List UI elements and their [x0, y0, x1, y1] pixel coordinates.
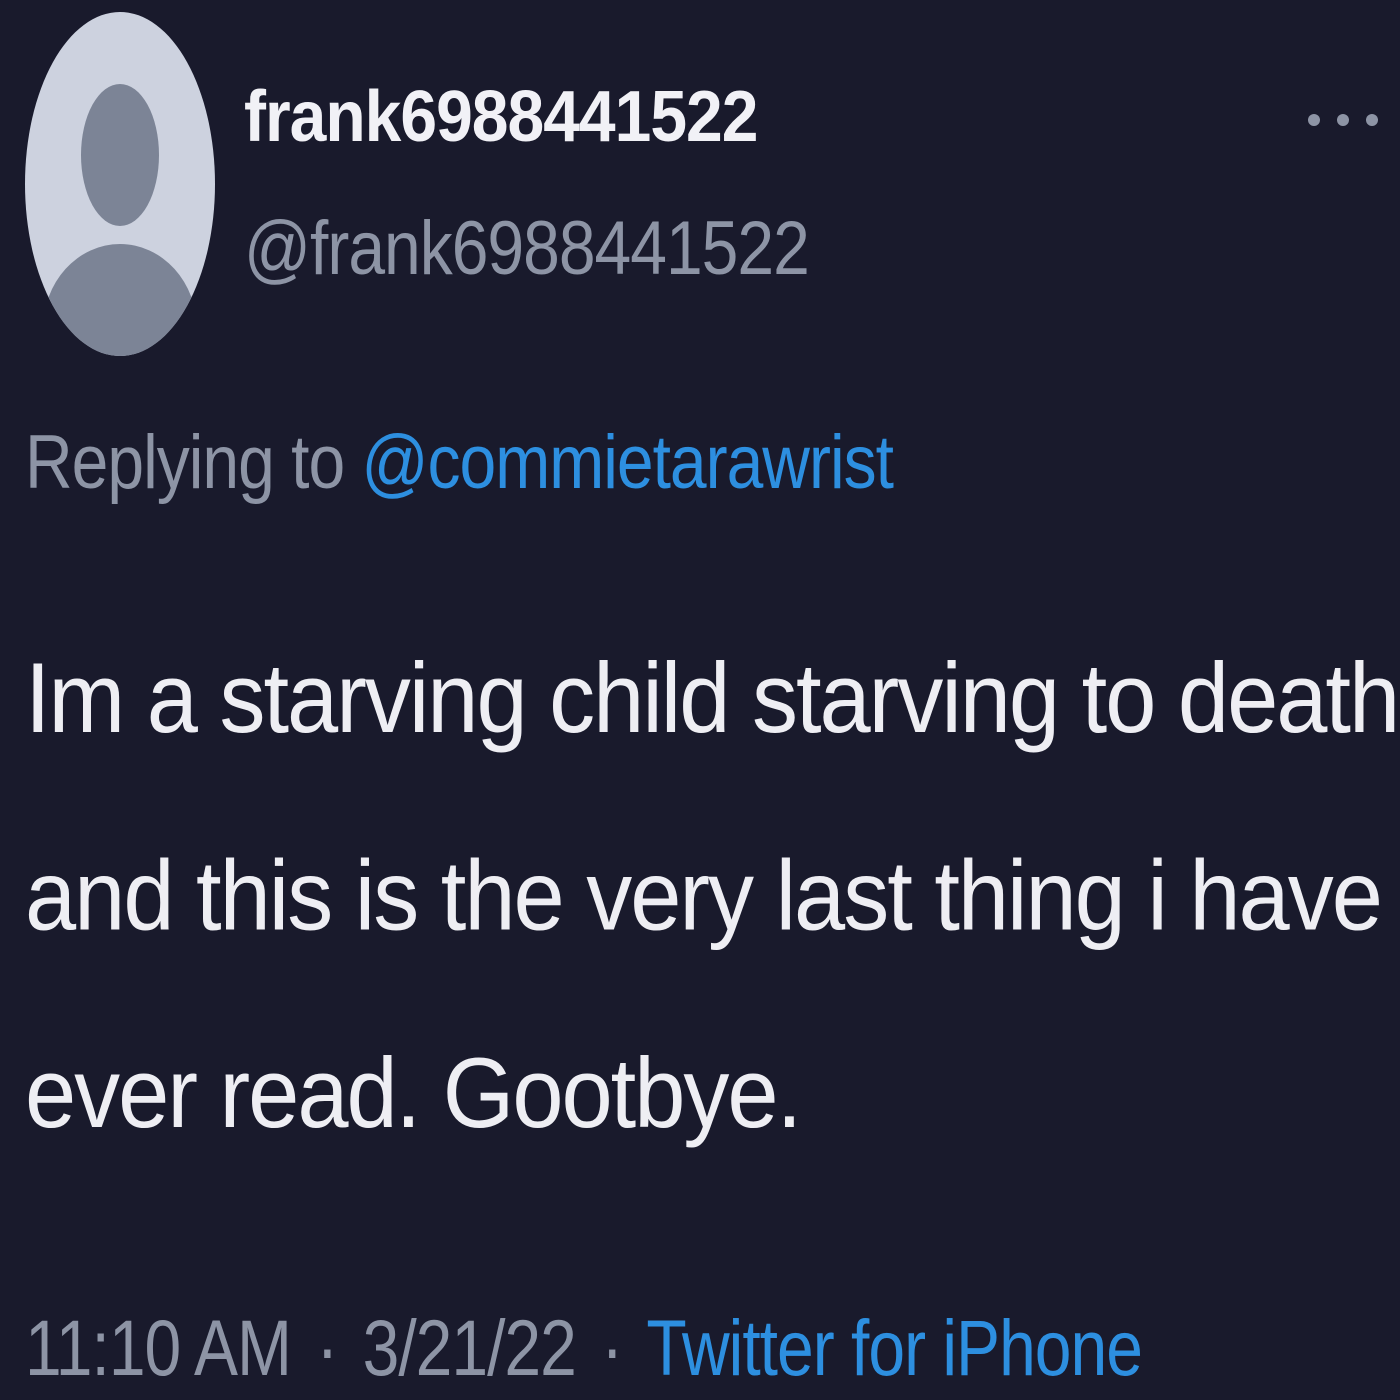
more-dot — [1366, 114, 1378, 126]
meta-separator: · — [316, 1303, 338, 1392]
avatar-body-shape — [43, 244, 197, 356]
tweet-source-link[interactable]: Twitter for iPhone — [646, 1303, 1143, 1392]
tweet-body-line: Im a starving child starving to death — [25, 643, 1400, 754]
tweet-body: Im a starving child starving to death an… — [25, 600, 1400, 1193]
tweet-body-line: ever read. Gootbye. — [25, 1038, 802, 1149]
meta-separator: · — [601, 1303, 623, 1392]
default-avatar-icon — [25, 12, 215, 356]
more-options-icon[interactable] — [1308, 100, 1378, 140]
tweet-card: frank6988441522 @frank6988441522 Replyin… — [0, 0, 1400, 1400]
tweet-date[interactable]: 3/21/22 — [363, 1303, 577, 1392]
user-handle[interactable]: @frank6988441522 — [244, 204, 810, 291]
tweet-metadata: 11:10 AM · 3/21/22 · Twitter for iPhone — [25, 1302, 1143, 1393]
replying-prefix: Replying to — [25, 419, 345, 505]
more-dot — [1337, 114, 1349, 126]
replying-to-line: Replying to @commietarawrist — [25, 418, 894, 505]
avatar-head-shape — [81, 84, 159, 226]
user-avatar[interactable] — [25, 12, 215, 356]
reply-mention-link[interactable]: @commietarawrist — [362, 419, 894, 504]
tweet-time[interactable]: 11:10 AM — [25, 1303, 292, 1392]
more-dot — [1308, 114, 1320, 126]
display-name[interactable]: frank6988441522 — [244, 74, 758, 158]
tweet-body-line: and this is the very last thing i have — [25, 840, 1383, 951]
